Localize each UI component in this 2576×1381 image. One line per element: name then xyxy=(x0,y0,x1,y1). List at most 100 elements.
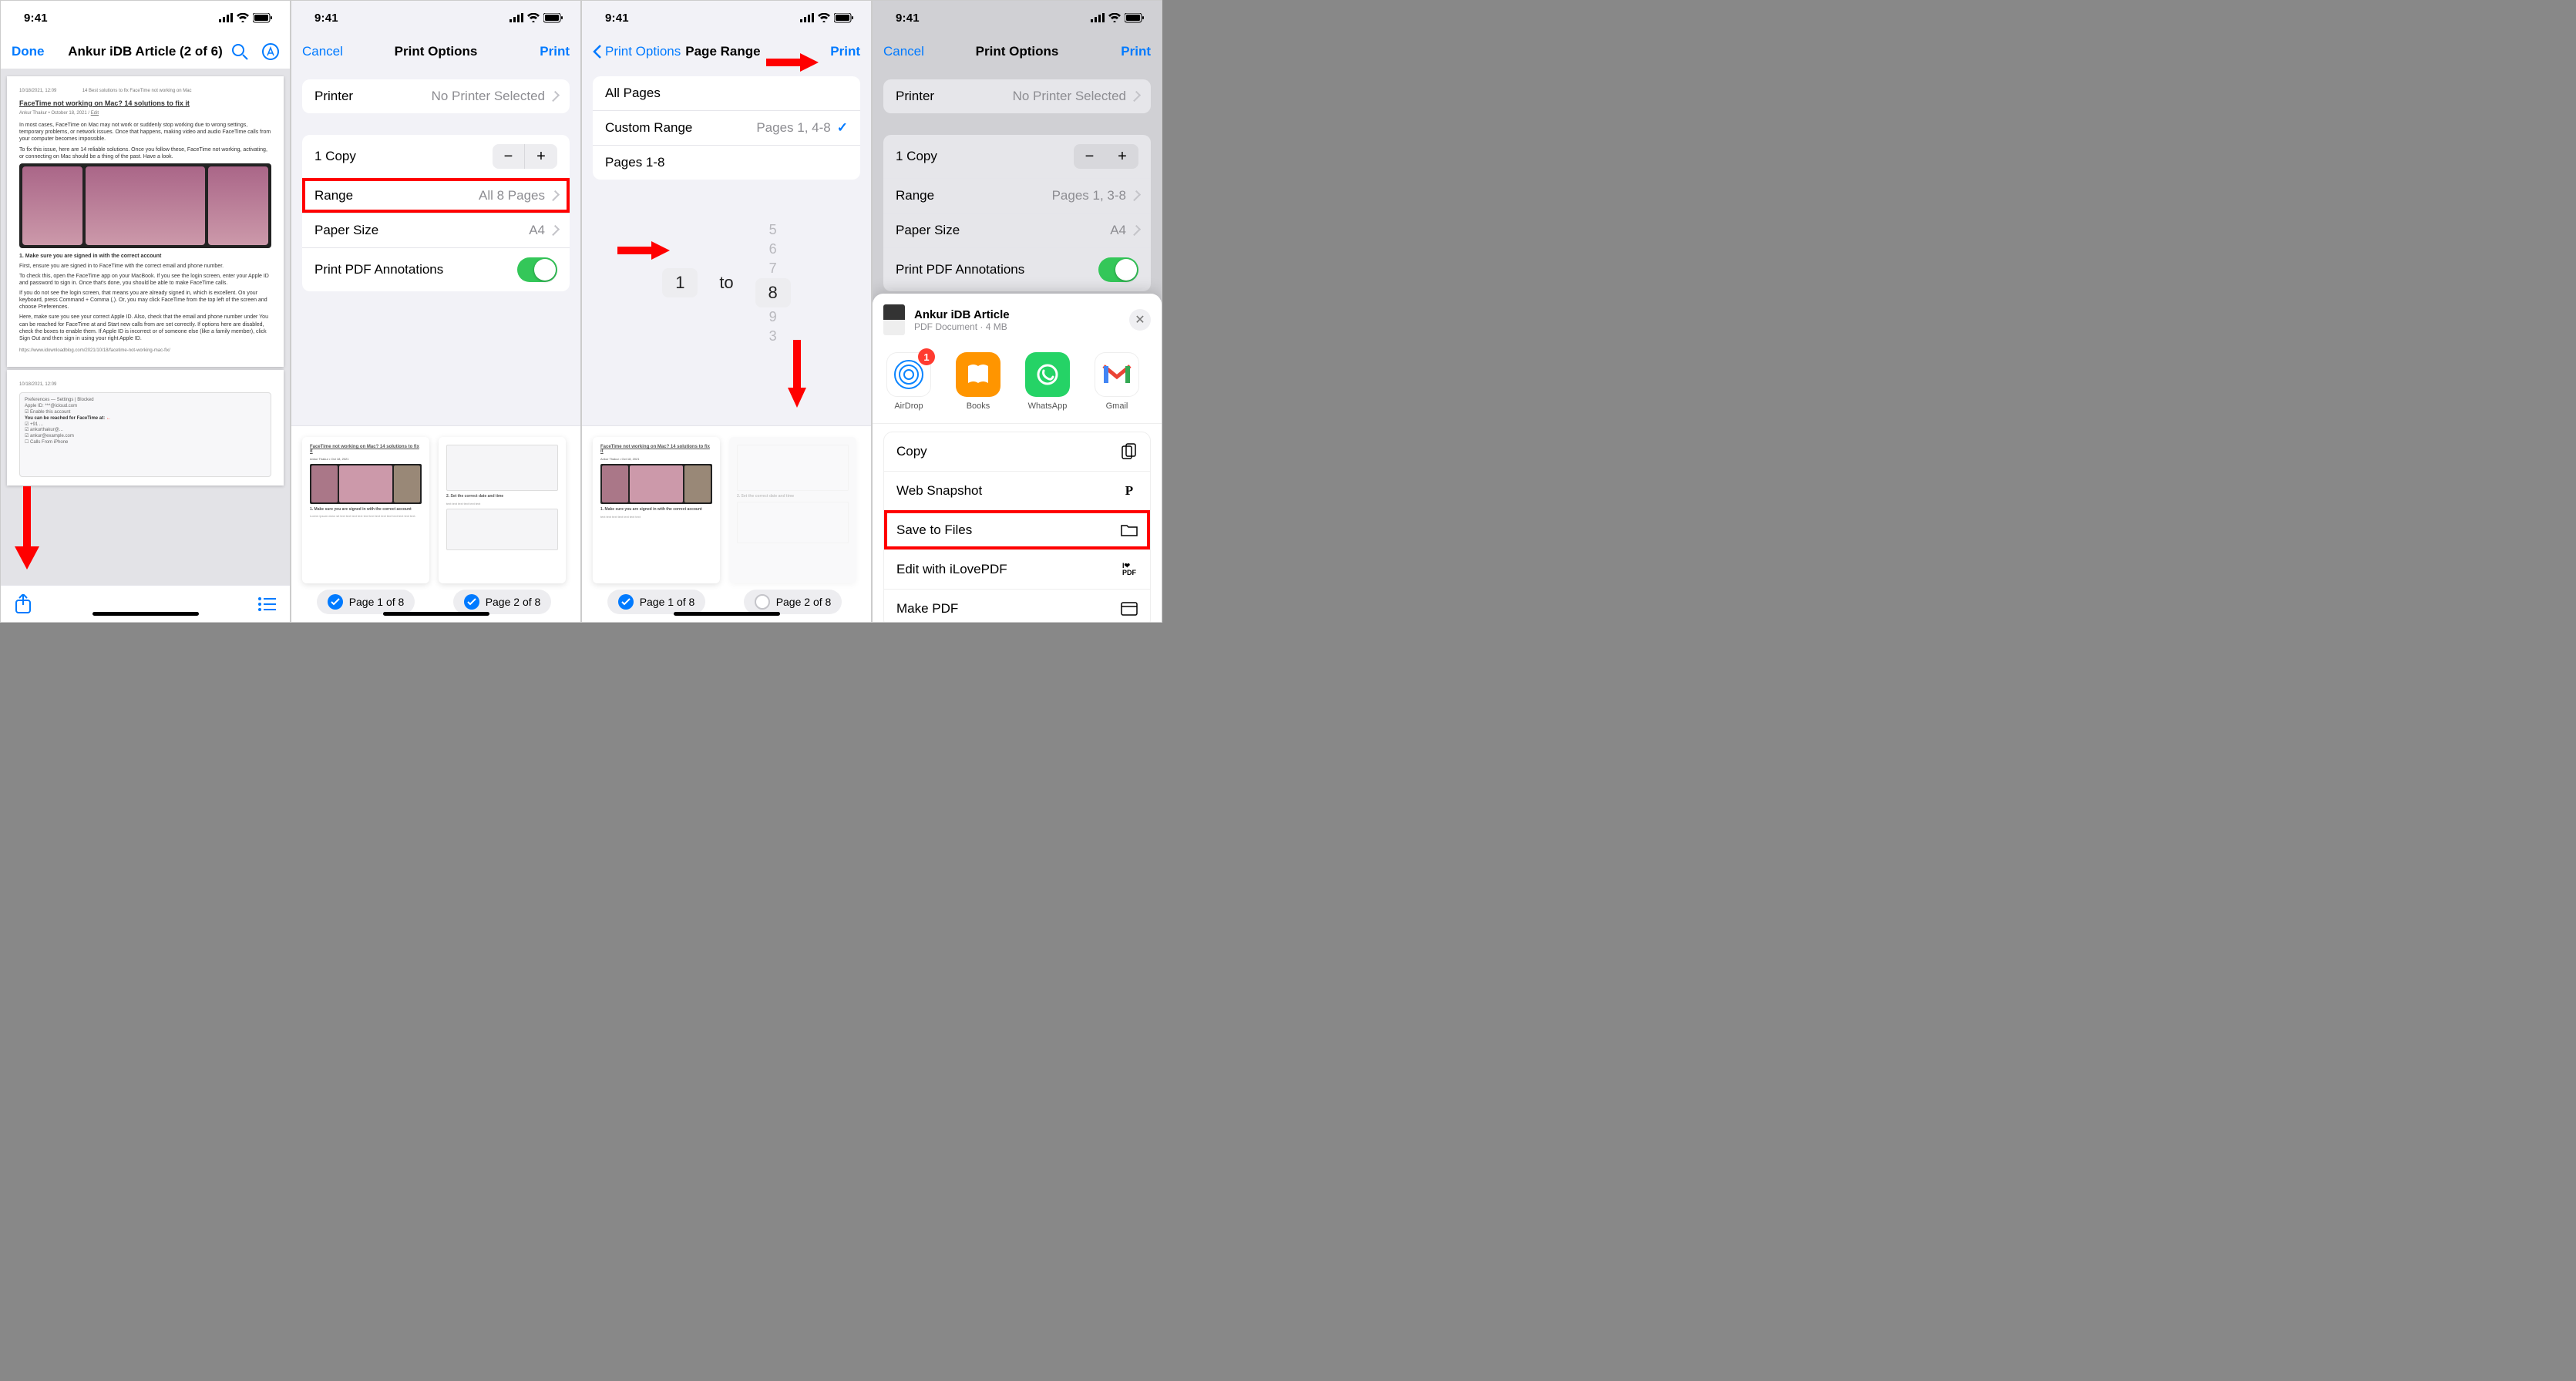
close-button[interactable]: ✕ xyxy=(1129,309,1151,331)
page-chip[interactable]: Page 1 of 8 xyxy=(317,590,415,614)
web-snapshot-action[interactable]: Web Snapshot P xyxy=(884,471,1150,510)
to-wheel[interactable]: 5 6 7 8 9 3 xyxy=(755,220,791,346)
battery-icon xyxy=(253,13,273,23)
range-row[interactable]: Range Pages 1, 3-8 xyxy=(883,178,1151,213)
annotations-label: Print PDF Annotations xyxy=(314,262,443,277)
paper-row[interactable]: Paper Size A4 xyxy=(883,213,1151,247)
page-thumb-deselected[interactable]: 2. Set the correct date and time xyxy=(729,437,856,583)
books-app[interactable]: Books xyxy=(956,352,1000,411)
status-time: 9:41 xyxy=(24,12,48,25)
preview-area: FaceTime not working on Mac? 14 solution… xyxy=(291,425,580,622)
printer-group: Printer No Printer Selected xyxy=(883,79,1151,113)
paper-row[interactable]: Paper Size A4 xyxy=(302,213,570,247)
page-chip[interactable]: Page 1 of 8 xyxy=(607,590,706,614)
ilovepdf-icon: I❤PDF xyxy=(1121,561,1138,578)
minus-button[interactable]: − xyxy=(493,144,525,169)
range-picker[interactable]: 1 to 5 6 7 8 9 3 xyxy=(582,213,871,352)
settings-group: 1 Copy − + Range All 8 Pages Paper Size … xyxy=(302,135,570,291)
doc-para: Here, make sure you see your correct App… xyxy=(19,314,271,341)
screen-share-sheet: 9:41 Cancel Print Options Print Printer … xyxy=(872,0,1162,623)
page-thumb[interactable]: FaceTime not working on Mac? 14 solution… xyxy=(302,437,429,583)
print-button[interactable]: Print xyxy=(1121,44,1151,59)
edit-ilovepdf-action[interactable]: Edit with iLovePDF I❤PDF xyxy=(884,549,1150,589)
doc-title: FaceTime not working on Mac? 14 solution… xyxy=(19,99,271,109)
page-thumb[interactable]: 2. Set the correct date and time text te… xyxy=(439,437,566,583)
doc-image xyxy=(19,163,271,248)
from-wheel[interactable]: 1 xyxy=(662,268,698,297)
cancel-button[interactable]: Cancel xyxy=(883,44,924,59)
all-pages-label: All Pages xyxy=(605,86,661,101)
nav-bar: Cancel Print Options Print xyxy=(291,35,580,69)
status-time: 9:41 xyxy=(605,12,629,25)
gmail-app[interactable]: Gmail xyxy=(1095,352,1139,411)
markup-icon[interactable] xyxy=(262,43,279,60)
search-icon[interactable] xyxy=(231,43,248,60)
sheet-subtitle: PDF Document · 4 MB xyxy=(914,321,1120,332)
page-chip[interactable]: Page 2 of 8 xyxy=(744,590,842,614)
page-thumb[interactable]: FaceTime not working on Mac? 14 solution… xyxy=(593,437,720,583)
doc-para: First, ensure you are signed in to FaceT… xyxy=(19,263,271,270)
page-title: Print Options xyxy=(937,44,1097,59)
printer-row[interactable]: Printer No Printer Selected xyxy=(883,79,1151,113)
status-time: 9:41 xyxy=(896,12,920,25)
makepdf-icon xyxy=(1121,600,1138,617)
doc-para: To fix this issue, here are 14 reliable … xyxy=(19,146,271,160)
sheet-header: Ankur iDB Article PDF Document · 4 MB ✕ xyxy=(873,294,1162,346)
page-title: Ankur iDB Article (2 of 6) xyxy=(66,44,225,59)
plus-button[interactable]: + xyxy=(525,144,557,169)
home-indicator xyxy=(383,612,489,616)
preview-area: FaceTime not working on Mac? 14 solution… xyxy=(582,425,871,622)
annotations-toggle[interactable] xyxy=(1098,257,1138,282)
printer-row[interactable]: Printer No Printer Selected xyxy=(302,79,570,113)
print-button[interactable]: Print xyxy=(830,44,860,59)
chevron-icon xyxy=(549,225,560,236)
minus-button[interactable]: − xyxy=(1074,144,1106,169)
status-icons xyxy=(219,13,273,23)
copy-icon xyxy=(1121,443,1138,460)
settings-group: 1 Copy − + Range Pages 1, 3-8 Paper Size… xyxy=(883,135,1151,291)
status-time: 9:41 xyxy=(314,12,338,25)
copy-action[interactable]: Copy xyxy=(884,432,1150,471)
custom-range-row[interactable]: Custom Range Pages 1, 4-8 ✓ xyxy=(593,110,860,145)
screen-document-view: 9:41 Done Ankur iDB Article (2 of 6) 10/… xyxy=(0,0,291,623)
share-apps-row[interactable]: 1 AirDrop Books WhatsApp Gmail Te xyxy=(873,346,1162,424)
status-bar: 9:41 xyxy=(873,1,1162,35)
chevron-icon xyxy=(1130,225,1141,236)
list-icon[interactable] xyxy=(257,596,276,613)
make-pdf-action[interactable]: Make PDF xyxy=(884,589,1150,622)
plus-button[interactable]: + xyxy=(1106,144,1138,169)
copies-stepper[interactable]: − + xyxy=(1074,144,1138,169)
annotations-row: Print PDF Annotations xyxy=(883,247,1151,291)
document-scroll[interactable]: 10/18/2021, 12:09 14 Best solutions to f… xyxy=(1,69,290,585)
print-button[interactable]: Print xyxy=(540,44,570,59)
back-button[interactable]: Print Options xyxy=(593,44,681,59)
copies-row: 1 Copy − + xyxy=(302,135,570,178)
sheet-title: Ankur iDB Article xyxy=(914,308,1120,321)
copies-label: 1 Copy xyxy=(314,149,356,164)
status-icons xyxy=(1091,13,1145,23)
airdrop-app[interactable]: 1 AirDrop xyxy=(886,352,931,411)
done-button[interactable]: Done xyxy=(12,44,45,59)
whatsapp-app[interactable]: WhatsApp xyxy=(1025,352,1070,411)
doc-thumb-icon xyxy=(883,304,905,335)
save-to-files-action[interactable]: Save to Files xyxy=(884,510,1150,549)
range-row[interactable]: Range All 8 Pages xyxy=(302,178,570,213)
copies-stepper[interactable]: − + xyxy=(493,144,557,169)
paper-label: Paper Size xyxy=(314,223,378,238)
home-indicator xyxy=(674,612,780,616)
page-chip[interactable]: Page 2 of 8 xyxy=(453,590,552,614)
status-bar: 9:41 xyxy=(291,1,580,35)
pages-label: Pages 1-8 xyxy=(605,155,665,170)
printer-label: Printer xyxy=(314,89,353,104)
to-word: to xyxy=(719,273,733,293)
screen-page-range: 9:41 Print Options Page Range Print All … xyxy=(581,0,872,623)
share-icon[interactable] xyxy=(15,594,32,614)
chevron-icon xyxy=(549,190,560,201)
annotations-toggle[interactable] xyxy=(517,257,557,282)
doc-para: In most cases, FaceTime on Mac may not w… xyxy=(19,122,271,143)
pages-1-8-row[interactable]: Pages 1-8 xyxy=(593,145,860,180)
share-sheet: Ankur iDB Article PDF Document · 4 MB ✕ … xyxy=(873,294,1162,622)
all-pages-row[interactable]: All Pages xyxy=(593,76,860,110)
cancel-button[interactable]: Cancel xyxy=(302,44,343,59)
page-title: Print Options xyxy=(356,44,516,59)
